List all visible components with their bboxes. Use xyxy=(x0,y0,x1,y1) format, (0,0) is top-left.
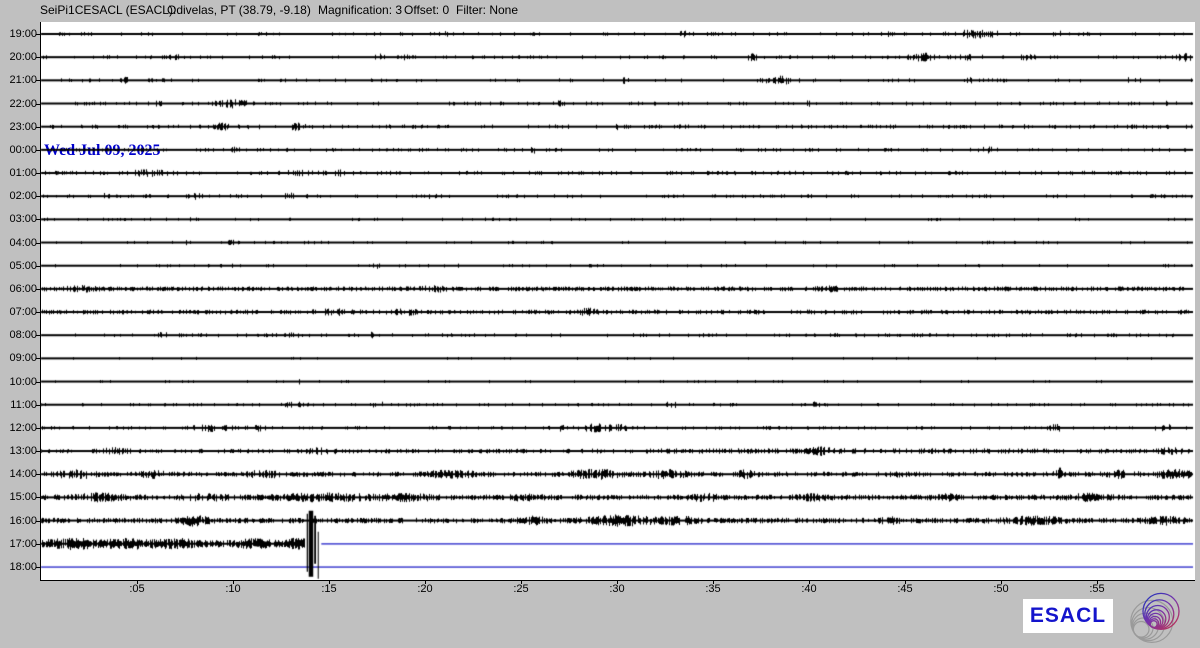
y-axis-tick xyxy=(36,521,40,522)
brand-text: ESACL xyxy=(1030,604,1106,628)
y-axis-label: 22:00 xyxy=(0,98,37,110)
y-axis-tick xyxy=(36,428,40,429)
y-axis-label: 13:00 xyxy=(0,445,37,457)
y-axis-label: 04:00 xyxy=(0,237,37,249)
y-axis-tick xyxy=(36,127,40,128)
x-axis-label: :10 xyxy=(213,583,253,595)
x-axis-tick xyxy=(233,580,234,584)
y-axis-tick xyxy=(36,196,40,197)
x-axis-tick xyxy=(713,580,714,584)
y-axis-tick xyxy=(36,497,40,498)
x-axis-tick xyxy=(425,580,426,584)
y-axis-label: 16:00 xyxy=(0,515,37,527)
logo-circle xyxy=(1150,621,1157,628)
y-axis-tick xyxy=(36,544,40,545)
plot-area xyxy=(40,22,1195,580)
x-axis-tick xyxy=(137,580,138,584)
y-axis-label: 08:00 xyxy=(0,329,37,341)
brand-box: ESACL xyxy=(1023,599,1113,633)
y-axis-tick xyxy=(36,150,40,151)
y-axis-label: 14:00 xyxy=(0,468,37,480)
station-id-label: SeiPi1CESACL (ESACL): xyxy=(40,3,176,17)
y-axis-tick xyxy=(36,104,40,105)
y-axis-tick xyxy=(36,312,40,313)
y-axis-tick xyxy=(36,474,40,475)
x-axis-label: :20 xyxy=(405,583,445,595)
y-axis-label: 11:00 xyxy=(0,399,37,411)
y-axis-tick xyxy=(36,243,40,244)
y-axis-label: 10:00 xyxy=(0,376,37,388)
esacl-spiral-logo xyxy=(1118,592,1196,648)
y-axis-tick xyxy=(36,405,40,406)
x-axis-tick xyxy=(617,580,618,584)
y-axis-tick xyxy=(36,335,40,336)
y-axis-tick xyxy=(36,219,40,220)
y-axis-label: 01:00 xyxy=(0,167,37,179)
plot-left-border xyxy=(40,22,41,581)
x-axis-tick xyxy=(809,580,810,584)
x-axis-label: :30 xyxy=(597,583,637,595)
y-axis-tick xyxy=(36,80,40,81)
y-axis-label: 07:00 xyxy=(0,306,37,318)
y-axis-tick xyxy=(36,382,40,383)
y-axis-tick xyxy=(36,451,40,452)
y-axis-label: 18:00 xyxy=(0,561,37,573)
x-axis-label: :40 xyxy=(789,583,829,595)
x-axis-label: :55 xyxy=(1077,583,1117,595)
logo-circle xyxy=(1133,622,1149,638)
offset-label: Offset: 0 xyxy=(404,3,449,17)
y-axis-label: 05:00 xyxy=(0,260,37,272)
x-axis-label: :45 xyxy=(885,583,925,595)
y-axis-label: 09:00 xyxy=(0,352,37,364)
y-axis-tick xyxy=(36,289,40,290)
y-axis-tick xyxy=(36,567,40,568)
x-axis-label: :05 xyxy=(117,583,157,595)
y-axis-tick xyxy=(36,57,40,58)
y-axis-tick xyxy=(36,358,40,359)
y-axis-label: 02:00 xyxy=(0,190,37,202)
date-label: Wed Jul 09, 2025 xyxy=(44,142,160,160)
x-axis-label: :15 xyxy=(309,583,349,595)
x-axis-label: :50 xyxy=(981,583,1021,595)
helicorder-window: SeiPi1CESACL (ESACL): Odivelas, PT (38.7… xyxy=(0,0,1200,648)
x-axis-label: :25 xyxy=(501,583,541,595)
y-axis-tick xyxy=(36,173,40,174)
x-axis-label: :35 xyxy=(693,583,733,595)
y-axis-label: 03:00 xyxy=(0,213,37,225)
x-axis-tick xyxy=(329,580,330,584)
x-axis-tick xyxy=(521,580,522,584)
y-axis-label: 20:00 xyxy=(0,51,37,63)
x-axis-tick xyxy=(1097,580,1098,584)
y-axis-label: 21:00 xyxy=(0,74,37,86)
y-axis-label: 06:00 xyxy=(0,283,37,295)
y-axis-tick xyxy=(36,34,40,35)
y-axis-label: 23:00 xyxy=(0,121,37,133)
filter-label: Filter: None xyxy=(456,3,518,17)
y-axis-label: 12:00 xyxy=(0,422,37,434)
station-location-label: Odivelas, PT (38.79, -9.18) xyxy=(167,3,311,17)
y-axis-label: 00:00 xyxy=(0,144,37,156)
magnification-label: Magnification: 3 xyxy=(318,3,402,17)
x-axis-tick xyxy=(905,580,906,584)
y-axis-tick xyxy=(36,266,40,267)
y-axis-label: 15:00 xyxy=(0,491,37,503)
x-axis-tick xyxy=(1001,580,1002,584)
y-axis-label: 17:00 xyxy=(0,538,37,550)
y-axis-label: 19:00 xyxy=(0,28,37,40)
